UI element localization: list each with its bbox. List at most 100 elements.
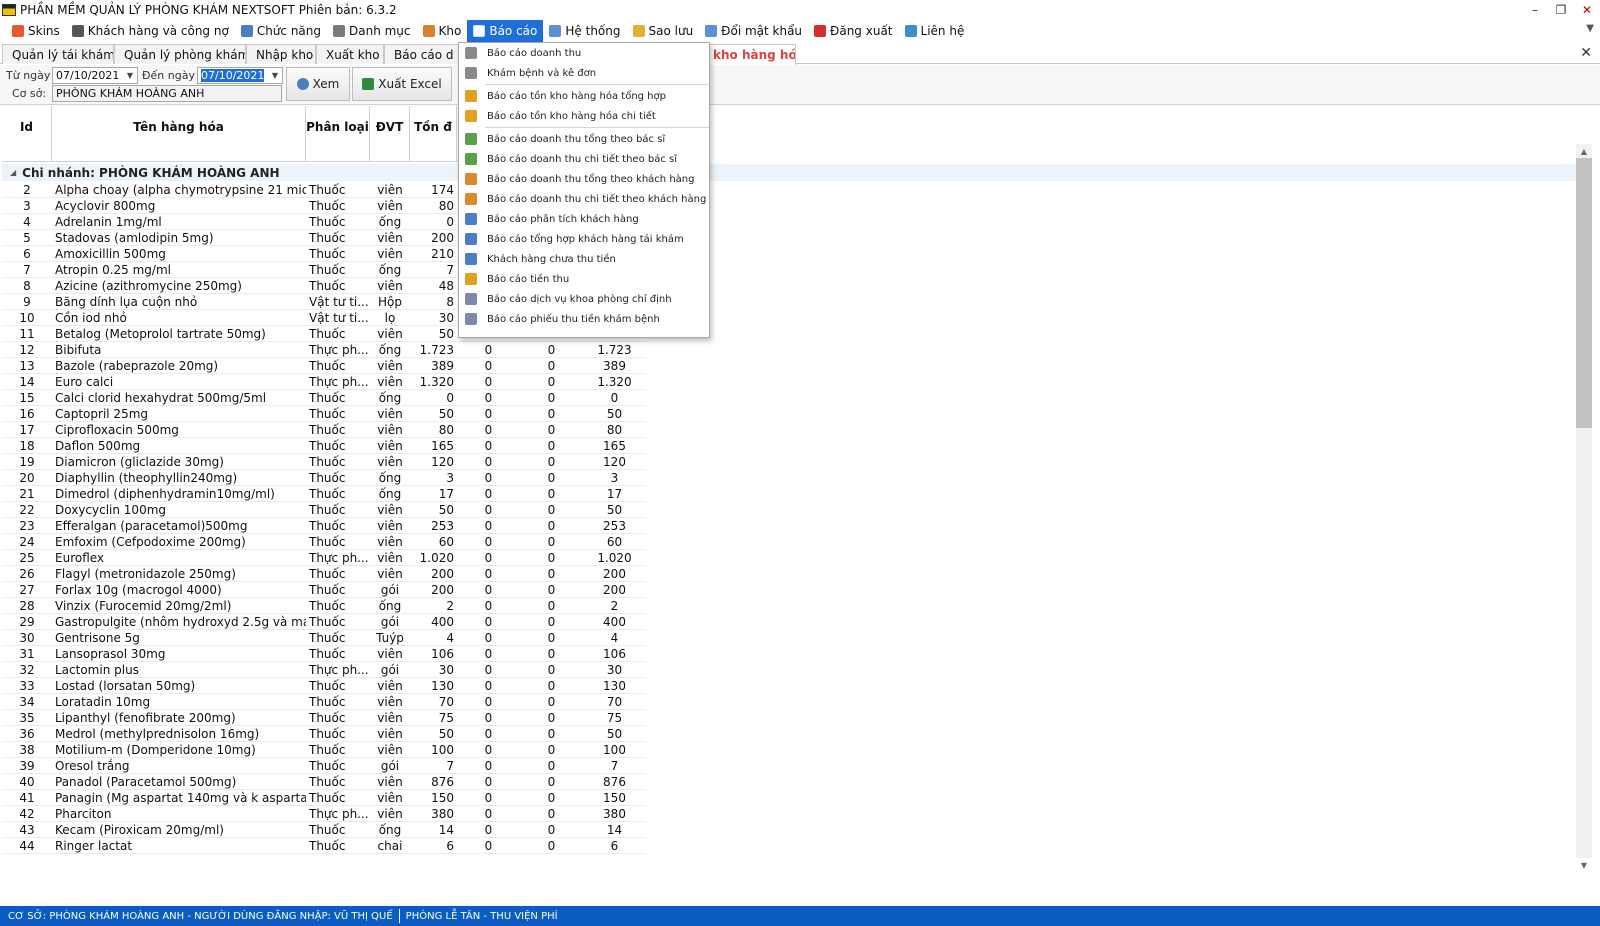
cell-unit: ống (378, 391, 402, 405)
report-menu-item[interactable]: Báo cáo phân tích khách hàng (459, 209, 709, 229)
filter-cell[interactable] (370, 148, 410, 162)
report-menu-item[interactable]: Báo cáo doanh thu tổng theo bác sĩ (459, 129, 709, 149)
menu-catalog[interactable]: Danh mục (327, 20, 417, 42)
table-row[interactable]: 31 Lansoprasol 30mg Thuốc viên 106 0 0 106 (2, 646, 646, 662)
table-row[interactable]: 24 Emfoxim (Cefpodoxime 200mg) Thuốc viên 60… (2, 534, 646, 550)
table-row[interactable]: 43 Kecam (Piroxicam 20mg/ml) Thuốc ống 14 0 0 1… (2, 822, 646, 838)
report-menu-item[interactable]: Báo cáo doanh thu (459, 43, 709, 63)
cell-closing-stock: 165 (603, 439, 626, 453)
menu-backup[interactable]: Sao lưu (627, 20, 700, 42)
chevron-down-icon[interactable]: ▼ (1586, 23, 1594, 34)
menu-system[interactable]: Hệ thống (543, 20, 626, 42)
table-row[interactable]: 19 Diamicron (gliclazide 30mg) Thuốc viên 12… (2, 454, 646, 470)
table-row[interactable]: 27 Forlax 10g (macrogol 4000) Thuốc gói 200 0… (2, 582, 646, 598)
branch-field[interactable]: PHÒNG KHÁM HOÀNG ANH (52, 85, 282, 102)
column-header-category[interactable]: Phân loại (306, 106, 370, 148)
table-row[interactable]: 26 Flagyl (metronidazole 250mg) Thuốc viên 2… (2, 566, 646, 582)
collapse-icon[interactable]: ◢ (10, 168, 16, 177)
scrollbar-thumb[interactable] (1576, 158, 1592, 428)
table-row[interactable]: 38 Motilium-m (Domperidone 10mg) Thuốc viên… (2, 742, 646, 758)
calendar-dropdown-icon[interactable]: ▼ (269, 68, 281, 83)
report-menu-item[interactable]: Báo cáo phiếu thu tiền khám bệnh (459, 309, 709, 329)
report-menu-item[interactable]: Báo cáo tiền thu (459, 269, 709, 289)
report-menu-item[interactable]: Báo cáo doanh thu chi tiết theo bác sĩ (459, 149, 709, 169)
table-row[interactable]: 34 Loratadin 10mg Thuốc viên 70 0 0 70 (2, 694, 646, 710)
table-row[interactable]: 29 Gastropulgite (nhôm hydroxyd 2.5g và m… (2, 614, 646, 630)
table-row[interactable]: 39 Oresol trắng Thuốc gói 7 0 0 7 (2, 758, 646, 774)
cell-opening-stock: 17 (438, 487, 454, 501)
tab-quan-ly-tai-kham[interactable]: Quản lý tái khám (2, 44, 114, 64)
report-menu-item[interactable]: Báo cáo doanh thu tổng theo khách hàng (459, 169, 709, 189)
cell-name: Diamicron (gliclazide 30mg) (55, 455, 224, 469)
filter-cell[interactable] (2, 148, 52, 162)
tab-nhap-kho[interactable]: Nhập kho (246, 44, 316, 64)
cell-closing-stock: 80 (606, 423, 623, 437)
group-row[interactable]: ◢ Chi nhánh: PHÒNG KHÁM HOÀNG ANH (2, 164, 1576, 181)
table-row[interactable]: 14 Euro calci Thực ph... viên 1.320 0 0 1.320 (2, 374, 646, 390)
report-menu-item[interactable]: Báo cáo doanh thu chi tiết theo khách hà… (459, 189, 709, 209)
report-menu-item[interactable]: Báo cáo tổng hợp khách hàng tái khám (459, 229, 709, 249)
cell-name: Calci clorid hexahydrat 500mg/5ml (55, 391, 267, 405)
table-row[interactable]: 21 Dimedrol (diphenhydramin10mg/ml) Thuốc ố… (2, 486, 646, 502)
minimize-icon[interactable]: – (1522, 0, 1548, 20)
table-row[interactable]: 44 Ringer lactat Thuốc chai 6 0 0 6 (2, 838, 646, 854)
scroll-up-icon[interactable]: ▲ (1576, 144, 1592, 158)
table-row[interactable]: 41 Panagin (Mg aspartat 140mg và k aspart… (2, 790, 646, 806)
table-row[interactable]: 18 Daflon 500mg Thuốc viên 165 0 0 165 (2, 438, 646, 454)
report-menu-item[interactable]: Khách hàng chưa thu tiền (459, 249, 709, 269)
cell-category: Thuốc (309, 599, 346, 613)
table-row[interactable]: 28 Vinzix (Furocemid 20mg/2ml) Thuốc ống 2 0 0… (2, 598, 646, 614)
view-button[interactable]: Xem (286, 67, 350, 101)
table-row[interactable]: 12 Bibifuta Thực ph... ống 1.723 0 0 1.723 (2, 342, 646, 358)
filter-cell[interactable] (410, 148, 457, 162)
menu-skins[interactable]: Skins (6, 20, 66, 42)
menu-function[interactable]: Chức năng (235, 20, 327, 42)
tab-bao-cao-ton-kho[interactable]: kho hàng hóa (700, 44, 796, 65)
table-row[interactable]: 40 Panadol (Paracetamol 500mg) Thuốc viên 87… (2, 774, 646, 790)
menu-key[interactable]: Đổi mật khẩu (699, 20, 808, 42)
table-row[interactable]: 36 Medrol (methylprednisolon 16mg) Thuốc vi… (2, 726, 646, 742)
close-tab-icon[interactable]: ✕ (1580, 45, 1592, 61)
cell-category: Thuốc (309, 199, 346, 213)
menu-logout[interactable]: Đăng xuất (808, 20, 898, 42)
cell-name: Ciprofloxacin 500mg (55, 423, 179, 437)
column-header-unit[interactable]: ĐVT (370, 106, 410, 148)
tab-bao-cao-doanh-thu[interactable]: Báo cáo d (384, 44, 460, 64)
cell-name: Motilium-m (Domperidone 10mg) (55, 743, 256, 757)
column-header-name[interactable]: Tên hàng hóa (52, 106, 306, 148)
close-icon[interactable]: ✕ (1574, 0, 1600, 20)
filter-cell[interactable] (52, 148, 306, 162)
table-row[interactable]: 32 Lactomin plus Thực ph... gói 30 0 0 30 (2, 662, 646, 678)
report-menu-item[interactable]: Khám bệnh và kê đơn (459, 63, 709, 83)
table-row[interactable]: 22 Doxycyclin 100mg Thuốc viên 50 0 0 50 (2, 502, 646, 518)
calendar-dropdown-icon[interactable]: ▼ (124, 68, 136, 83)
table-row[interactable]: 33 Lostad (lorsatan 50mg) Thuốc viên 130 0 0 13… (2, 678, 646, 694)
table-row[interactable]: 25 Euroflex Thực ph... viên 1.020 0 0 1.020 (2, 550, 646, 566)
report-menu-item[interactable]: Báo cáo tồn kho hàng hóa tổng hợp (459, 86, 709, 106)
table-row[interactable]: 15 Calci clorid hexahydrat 500mg/5ml Thuốc… (2, 390, 646, 406)
tab-xuat-kho[interactable]: Xuất kho (316, 44, 384, 64)
scroll-down-icon[interactable]: ▼ (1576, 858, 1592, 872)
table-row[interactable]: 13 Bazole (rabeprazole 20mg) Thuốc viên 389 0… (2, 358, 646, 374)
column-header-opening-stock[interactable]: Tồn đ (410, 106, 457, 148)
tab-quan-ly-phong-kham[interactable]: Quản lý phòng khám (114, 44, 246, 64)
menu-user[interactable]: Khách hàng và công nợ (66, 20, 235, 42)
table-row[interactable]: 35 Lipanthyl (fenofibrate 200mg) Thuốc viên… (2, 710, 646, 726)
column-header-id[interactable]: Id (2, 106, 52, 148)
export-excel-button[interactable]: Xuất Excel (352, 67, 452, 101)
report-menu-item[interactable]: Báo cáo dịch vụ khoa phòng chỉ định (459, 289, 709, 309)
menu-report[interactable]: Báo cáo (467, 20, 544, 42)
table-row[interactable]: 42 Pharciton Thực ph... viên 380 0 0 380 (2, 806, 646, 822)
table-row[interactable]: 20 Diaphyllin (theophyllin240mg) Thuốc ống 3… (2, 470, 646, 486)
restore-icon[interactable]: ❐ (1548, 0, 1574, 20)
menu-contact[interactable]: Liên hệ (899, 20, 971, 42)
table-row[interactable]: 23 Efferalgan (paracetamol)500mg Thuốc viên… (2, 518, 646, 534)
filter-cell[interactable] (306, 148, 370, 162)
cell-unit: gói (380, 583, 400, 597)
report-menu-item[interactable]: Báo cáo tồn kho hàng hóa chi tiết (459, 106, 709, 126)
cell-unit: viên (377, 455, 403, 469)
table-row[interactable]: 17 Ciprofloxacin 500mg Thuốc viên 80 0 0 80 (2, 422, 646, 438)
table-row[interactable]: 30 Gentrisone 5g Thuốc Tuýp 4 0 0 4 (2, 630, 646, 646)
menu-warehouse[interactable]: Kho (417, 20, 468, 42)
table-row[interactable]: 16 Captopril 25mg Thuốc viên 50 0 0 50 (2, 406, 646, 422)
